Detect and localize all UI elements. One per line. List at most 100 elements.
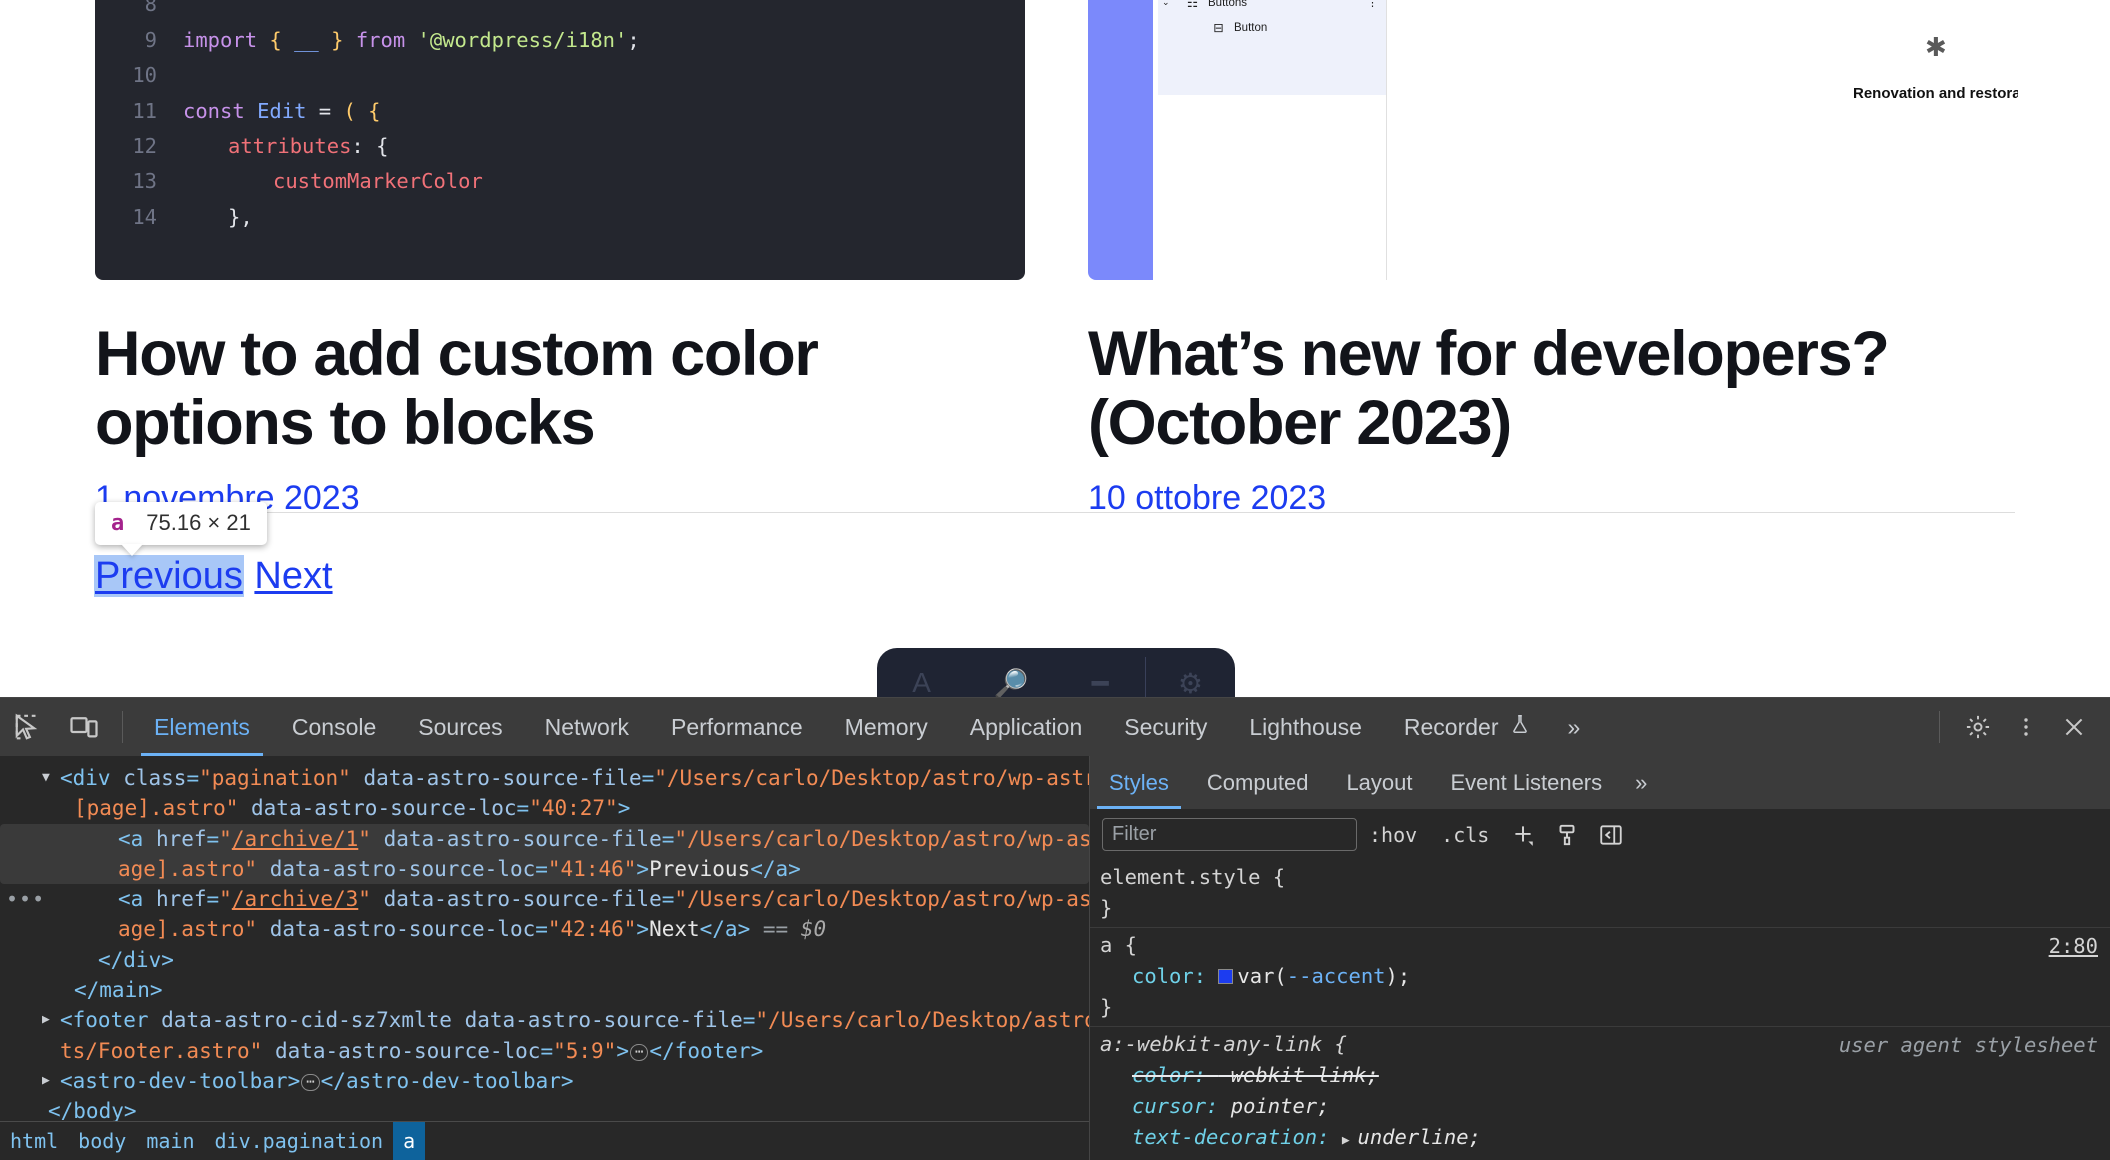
- breadcrumb-item-html[interactable]: html: [0, 1122, 68, 1160]
- article-card-right[interactable]: ⚑Heading¶Paragraph⌄☷Buttons⋮⊟Button ✱ Re…: [1088, 0, 2018, 518]
- dom-tree-line[interactable]: age].astro" data-astro-source-loc="42:46…: [0, 914, 1089, 944]
- tab-network[interactable]: Network: [524, 698, 650, 756]
- expand-triangle-open-icon[interactable]: ▼: [42, 763, 50, 793]
- dom-tree-line[interactable]: [page].astro" data-astro-source-loc="40:…: [0, 793, 1089, 823]
- css-property[interactable]: color:: [1132, 1063, 1218, 1087]
- styles-panel[interactable]: StylesComputedLayoutEvent Listeners» :ho…: [1089, 756, 2110, 1160]
- astro-logo-icon[interactable]: A: [877, 648, 966, 697]
- styles-filter-input[interactable]: [1102, 818, 1357, 851]
- expand-triangle-closed-icon[interactable]: ▶: [42, 1066, 50, 1096]
- article-title-left[interactable]: How to add custom color options to block…: [95, 320, 1015, 457]
- article-card-left[interactable]: 7} from '@wordpress/block-editor';89impo…: [95, 0, 1025, 518]
- css-property[interactable]: cursor:: [1132, 1094, 1231, 1118]
- tab-memory[interactable]: Memory: [824, 698, 949, 756]
- tab-recorder[interactable]: Recorder: [1383, 698, 1552, 756]
- dom-token: =: [535, 917, 548, 942]
- code-line-content: customMarkerColor: [273, 169, 483, 194]
- dom-overflow-ellipsis[interactable]: •••: [6, 884, 45, 914]
- styles-tab-layout[interactable]: Layout: [1327, 756, 1431, 809]
- settings-gear-icon[interactable]: [1954, 698, 2002, 756]
- code-line-content: const Edit = ( {: [183, 98, 381, 123]
- css-rule[interactable]: element.style {}: [1090, 860, 2110, 928]
- css-selector[interactable]: element.style {: [1100, 862, 2110, 893]
- dom-tree-line[interactable]: ▼ <div class="pagination" data-astro-sour…: [0, 763, 1089, 793]
- css-declaration[interactable]: text-decoration: ▶ underline;: [1100, 1122, 2110, 1156]
- dom-tree-line[interactable]: age].astro" data-astro-source-loc="41:46…: [0, 853, 1089, 885]
- pagination-next-link[interactable]: Next: [254, 555, 332, 597]
- css-declaration[interactable]: color: -webkit-link;: [1100, 1060, 2110, 1091]
- dom-token: [page].astro": [74, 796, 239, 821]
- tab-label: Recorder: [1403, 713, 1499, 740]
- dom-tree-line[interactable]: ••• <a href="/archive/3" data-astro-sourc…: [0, 884, 1089, 914]
- css-declaration[interactable]: color: var(--accent);: [1100, 961, 2110, 992]
- color-swatch[interactable]: [1218, 969, 1234, 984]
- pagination-previous-link[interactable]: Previous: [94, 555, 244, 597]
- tab-elements[interactable]: Elements: [133, 698, 271, 756]
- css-property[interactable]: color:: [1132, 964, 1218, 988]
- more-options-icon[interactable]: ⋮: [1367, 0, 1378, 9]
- expand-triangle-closed-icon[interactable]: ▶: [42, 1005, 50, 1035]
- astro-settings-gear-icon[interactable]: ⚙: [1146, 648, 1235, 698]
- css-value[interactable]: underline;: [1357, 1125, 1480, 1149]
- article-title-right[interactable]: What’s new for developers? (October 2023…: [1088, 320, 2008, 457]
- code-line-number: 10: [132, 63, 157, 88]
- tab-lighthouse[interactable]: Lighthouse: [1228, 698, 1383, 756]
- thumbnail-divider: [1386, 0, 1387, 280]
- dom-tree-line[interactable]: ▶ <footer data-astro-cid-sz7xmlte data-as…: [0, 1005, 1089, 1035]
- close-icon[interactable]: [2050, 698, 2098, 756]
- tab-security[interactable]: Security: [1103, 698, 1228, 756]
- css-selector[interactable]: a {: [1100, 930, 2110, 961]
- dom-token: "40:27": [529, 796, 618, 821]
- more-tabs-chevron-icon[interactable]: »: [1552, 698, 1597, 756]
- styles-tab-event-listeners[interactable]: Event Listeners: [1432, 756, 1622, 809]
- new-style-rule-icon[interactable]: [1501, 822, 1545, 848]
- dom-tree-panel[interactable]: ▼ <div class="pagination" data-astro-sour…: [0, 756, 1089, 1160]
- more-options-icon[interactable]: [2002, 698, 2050, 756]
- css-source-link[interactable]: 2:80: [2049, 931, 2098, 962]
- astro-dev-toolbar[interactable]: A 🔎 ━ ⚙: [877, 648, 1235, 697]
- device-toolbar-icon[interactable]: [56, 698, 112, 756]
- css-value[interactable]: var(--accent);: [1237, 964, 1410, 988]
- dom-token: ts/Footer.astro": [60, 1038, 263, 1063]
- chevron-down-icon[interactable]: ⌄: [1162, 0, 1170, 8]
- dom-token: data-astro-source-loc: [257, 856, 536, 881]
- tab-sources[interactable]: Sources: [397, 698, 523, 756]
- tab-application[interactable]: Application: [949, 698, 1104, 756]
- dom-token: >: [636, 917, 650, 942]
- tab-performance[interactable]: Performance: [650, 698, 824, 756]
- dom-tree-line[interactable]: <a href="/archive/1" data-astro-source-f…: [0, 823, 1089, 854]
- breadcrumb-item-a[interactable]: a: [393, 1121, 426, 1160]
- element-classes-button[interactable]: .cls: [1429, 817, 1501, 853]
- astro-inspect-icon[interactable]: 🔎: [966, 648, 1055, 698]
- force-state-button[interactable]: :hov: [1357, 817, 1429, 853]
- dom-tree-line[interactable]: ts/Footer.astro" data-astro-source-loc="…: [0, 1036, 1089, 1066]
- styles-tab-styles[interactable]: Styles: [1090, 756, 1188, 809]
- dom-tree-line[interactable]: ▶ <astro-dev-toolbar> ⋯ </astro-dev-toolbar…: [0, 1066, 1089, 1096]
- computed-styles-sidebar-icon[interactable]: [1545, 822, 1589, 848]
- code-line-number: 13: [132, 169, 157, 194]
- breadcrumb-item-main[interactable]: main: [136, 1122, 204, 1160]
- tab-console[interactable]: Console: [271, 698, 397, 756]
- block-list-item[interactable]: ⌄ ☷ Buttons ⋮: [1158, 0, 1386, 15]
- toggle-sidebar-icon[interactable]: [1589, 822, 1633, 848]
- css-rule[interactable]: a:-webkit-any-link {user agent styleshee…: [1090, 1027, 2110, 1160]
- css-property[interactable]: text-decoration:: [1132, 1125, 1342, 1149]
- styles-tab-computed[interactable]: Computed: [1188, 756, 1328, 809]
- block-list-item[interactable]: ⊟ Button: [1158, 15, 1386, 40]
- collapsed-children-icon[interactable]: ⋯: [629, 1043, 649, 1061]
- astro-audit-icon[interactable]: ━: [1056, 648, 1145, 698]
- inspect-element-icon[interactable]: [0, 698, 56, 756]
- css-rule[interactable]: a {2:80 color: var(--accent);}: [1090, 928, 2110, 1027]
- css-value[interactable]: -webkit-link;: [1218, 1063, 1378, 1087]
- css-value[interactable]: pointer;: [1231, 1094, 1330, 1118]
- dom-tree-line[interactable]: </main>: [0, 975, 1089, 1005]
- styles-filter-bar: :hov .cls: [1090, 809, 2110, 860]
- dom-tree-line[interactable]: </div>: [0, 945, 1089, 975]
- breadcrumb-item-body[interactable]: body: [68, 1122, 136, 1160]
- collapsed-children-icon[interactable]: ⋯: [301, 1073, 320, 1091]
- devtools-panel: Elements Console Sources Network Performance…: [0, 697, 2110, 1160]
- expand-value-triangle-icon[interactable]: ▶: [1342, 1133, 1358, 1148]
- breadcrumb-item-div-pagination[interactable]: div.pagination: [205, 1122, 394, 1160]
- styles-more-tabs-chevron-icon[interactable]: »: [1621, 756, 1661, 809]
- css-declaration[interactable]: cursor: pointer;: [1100, 1091, 2110, 1122]
